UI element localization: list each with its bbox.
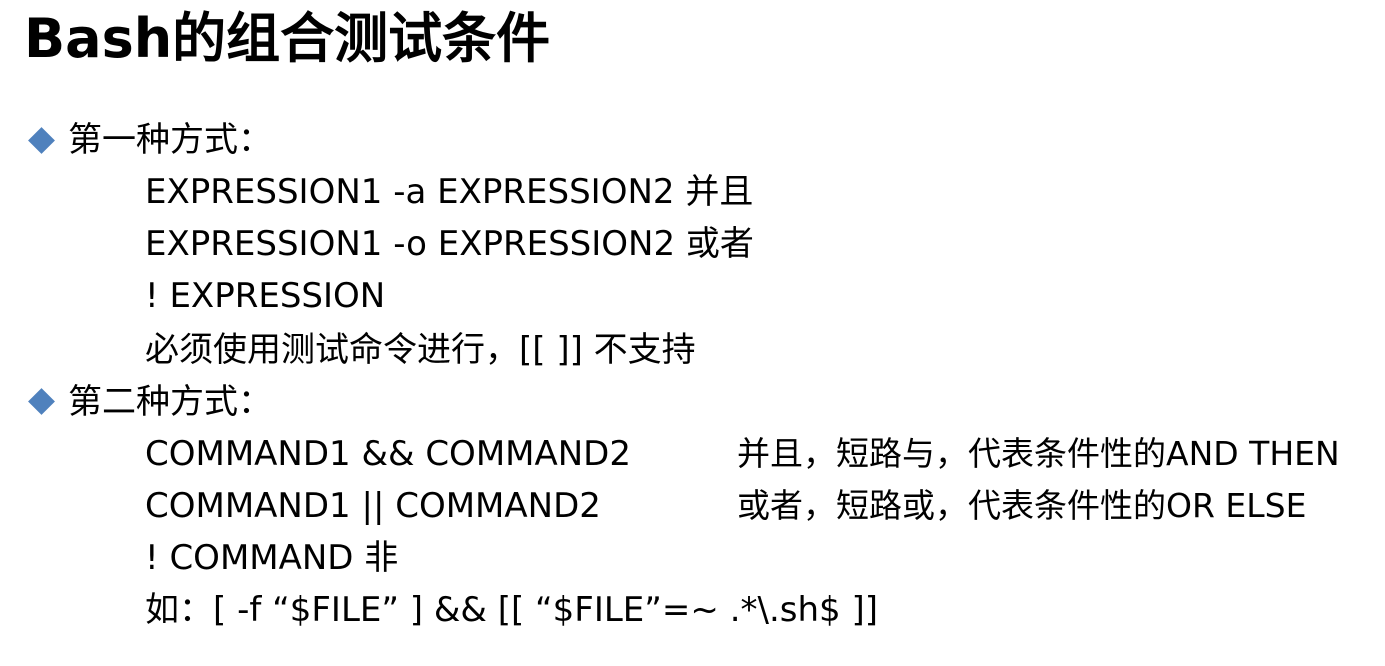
command-and-line: COMMAND1 && COMMAND2 (145, 434, 631, 474)
section-heading-2: 第二种方式： (68, 382, 272, 422)
section-heading-1: 第一种方式： (68, 120, 272, 160)
expression-not-line: ! EXPRESSION (145, 276, 386, 316)
test-command-note: 必须使用测试命令进行，[[ ]] 不支持 (145, 330, 696, 370)
command-or-line: COMMAND1 || COMMAND2 (145, 486, 601, 526)
page-title: Bash的组合测试条件 (24, 7, 551, 70)
example-line: 如：[ -f “$FILE” ] && [[ “$FILE”=~ .*\.sh$… (145, 590, 878, 630)
command-and-description: 并且，短路与，代表条件性的AND THEN (737, 434, 1340, 473)
diamond-bullet-icon (28, 388, 55, 415)
diamond-bullet-icon (28, 127, 55, 154)
command-or-description: 或者，短路或，代表条件性的OR ELSE (737, 486, 1307, 525)
expression-or-line: EXPRESSION1 -o EXPRESSION2 或者 (145, 224, 754, 264)
expression-and-line: EXPRESSION1 -a EXPRESSION2 并且 (145, 172, 754, 212)
command-not-line: ! COMMAND 非 (145, 538, 399, 578)
